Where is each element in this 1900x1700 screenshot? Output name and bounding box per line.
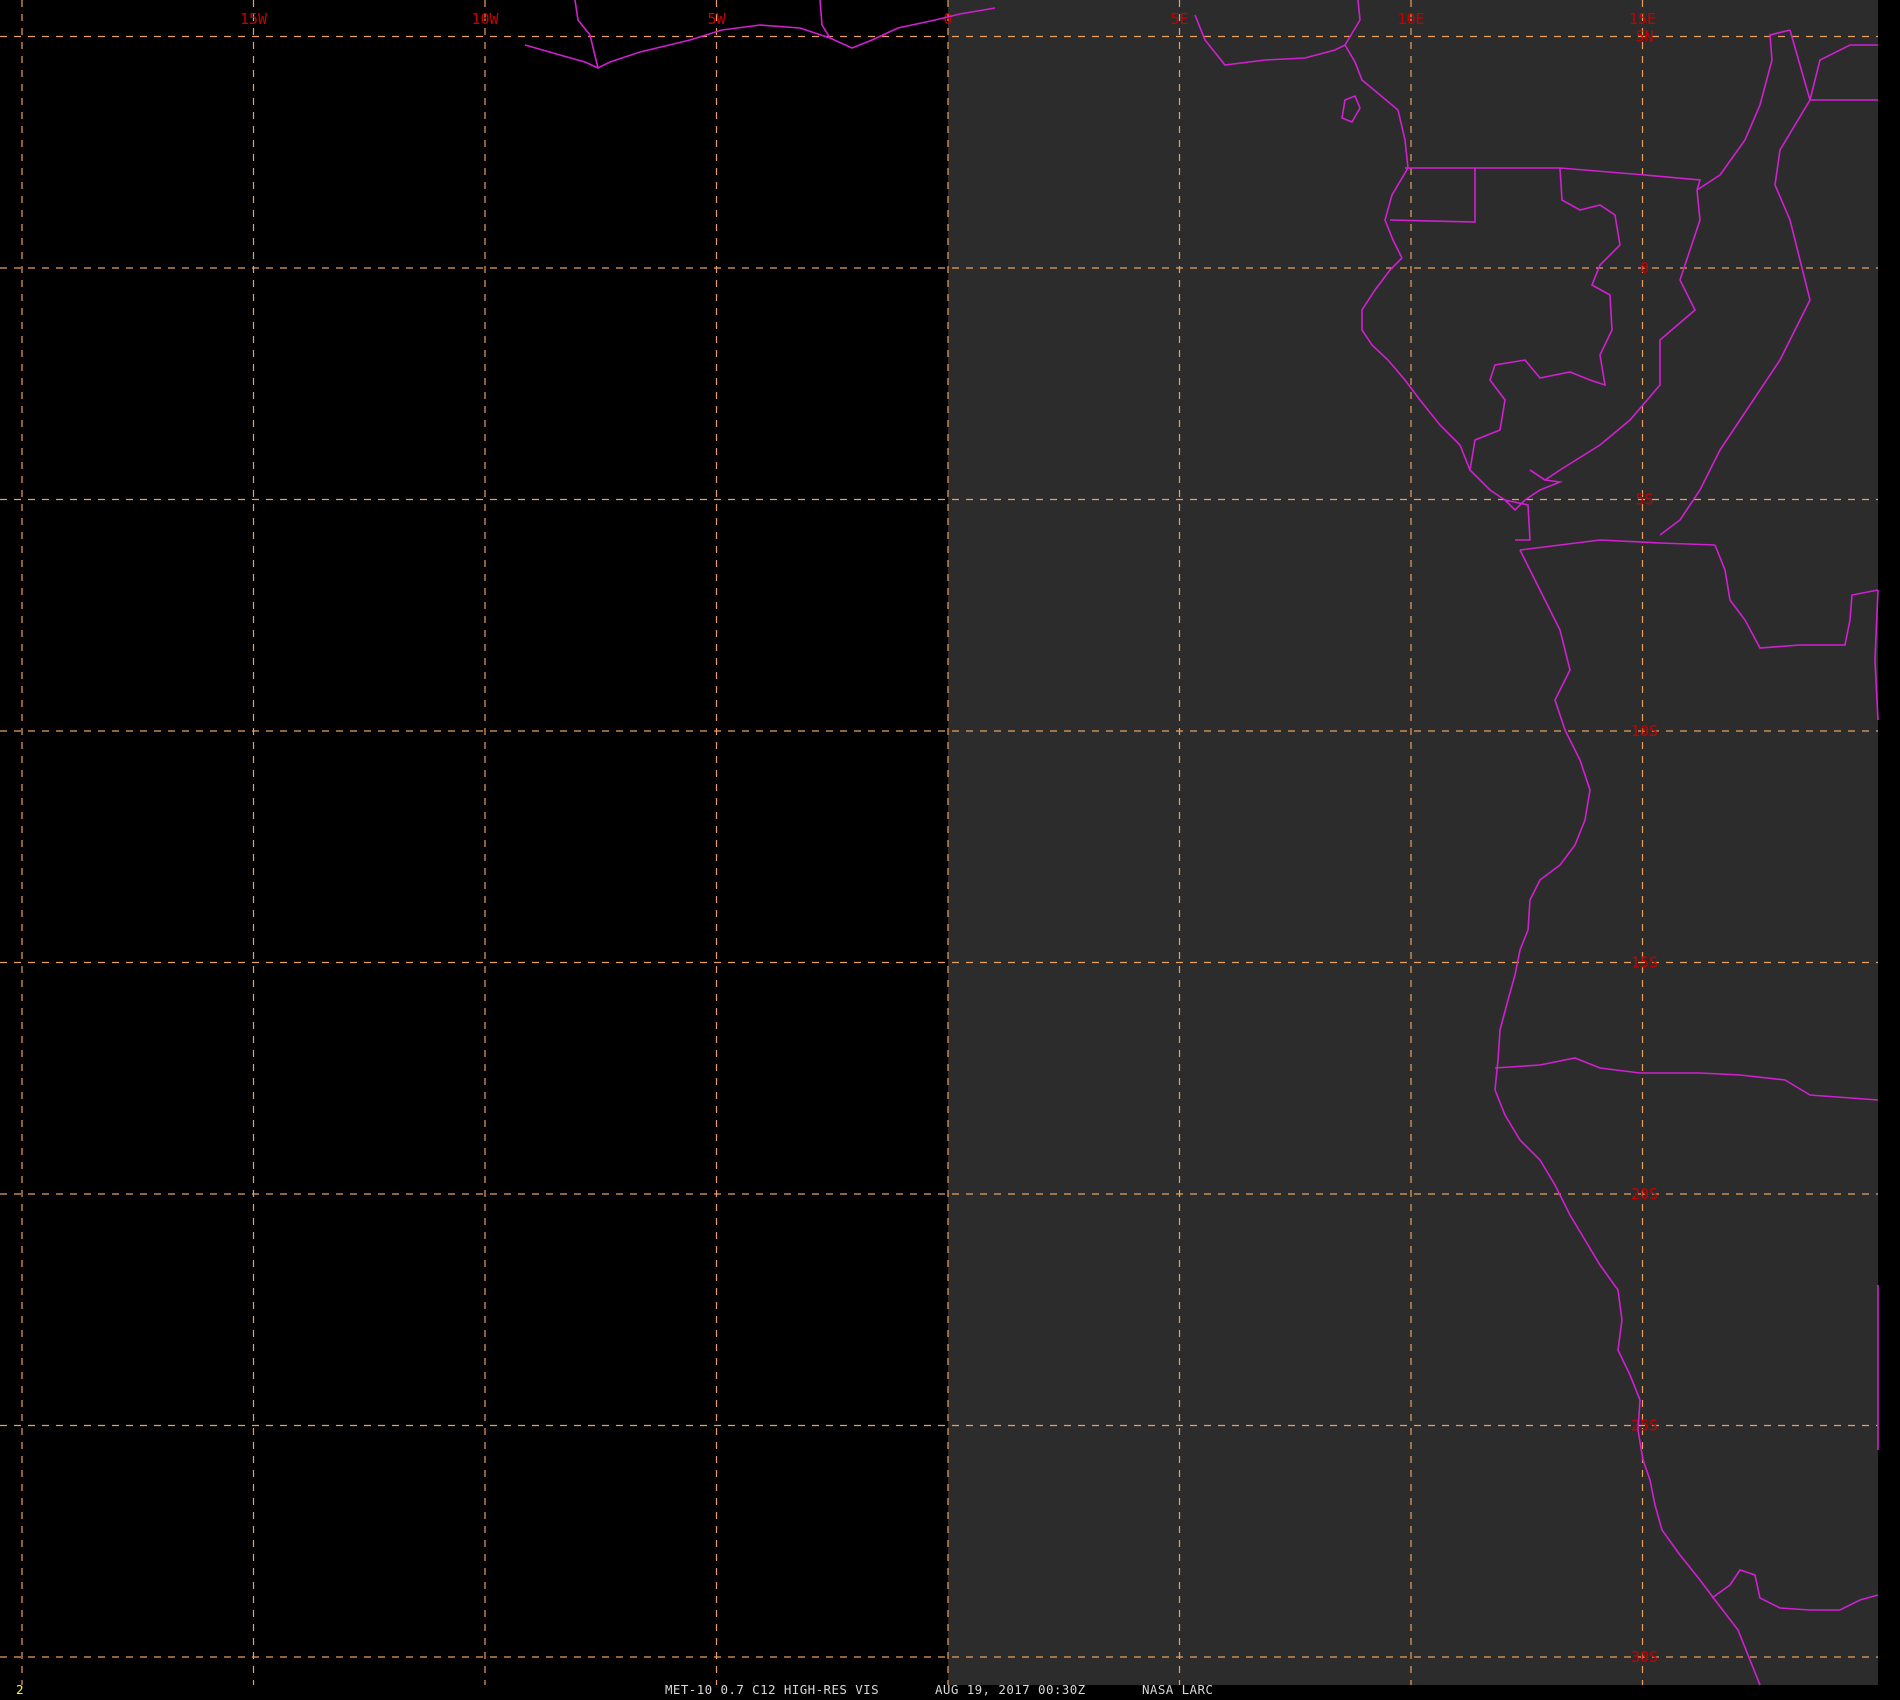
parallel-label: 20S bbox=[1631, 1185, 1658, 1203]
satellite-disk-region bbox=[948, 0, 1878, 1685]
source-label: NASA LARC bbox=[1142, 1682, 1213, 1697]
border-ghana-cotedivoire bbox=[819, 0, 831, 39]
meridian-label: 10W bbox=[471, 10, 499, 28]
meridian-label: 0 bbox=[943, 10, 952, 28]
meridian-label: 15W bbox=[240, 10, 268, 28]
parallel-label: 5N bbox=[1635, 28, 1653, 46]
meridian-label: 15E bbox=[1629, 10, 1656, 28]
parallel-label: 15S bbox=[1631, 954, 1658, 972]
frame-number: 2 bbox=[16, 1682, 24, 1697]
parallel-label: 10S bbox=[1631, 722, 1658, 740]
border-liberia-cotedivoire bbox=[574, 0, 599, 69]
parallel-label: 25S bbox=[1631, 1417, 1658, 1435]
satellite-map: 15W 10W 5W 0 5E 10E 15E 5N 0 5S 10S 15S 20S 25S 30S bbox=[0, 0, 1900, 1700]
parallel-label: 0 bbox=[1640, 259, 1649, 277]
image-caption: 2 MET-10 0.7 C12 HIGH-RES VIS AUG 19, 20… bbox=[16, 1682, 1213, 1697]
meridian-label: 5W bbox=[707, 10, 726, 28]
map-canvas: 15W 10W 5W 0 5E 10E 15E5N 0 5S 10S 15S 20S 25S 30S bbox=[0, 0, 1879, 1697]
product-label: MET-10 0.7 C12 HIGH-RES VIS bbox=[665, 1682, 879, 1697]
meridian-label: 10E bbox=[1397, 10, 1424, 28]
timestamp-label: AUG 19, 2017 00:30Z bbox=[935, 1682, 1086, 1697]
parallel-label: 5S bbox=[1635, 491, 1653, 509]
meridian-label: 5E bbox=[1170, 10, 1188, 28]
parallel-label: 30S bbox=[1631, 1648, 1658, 1666]
